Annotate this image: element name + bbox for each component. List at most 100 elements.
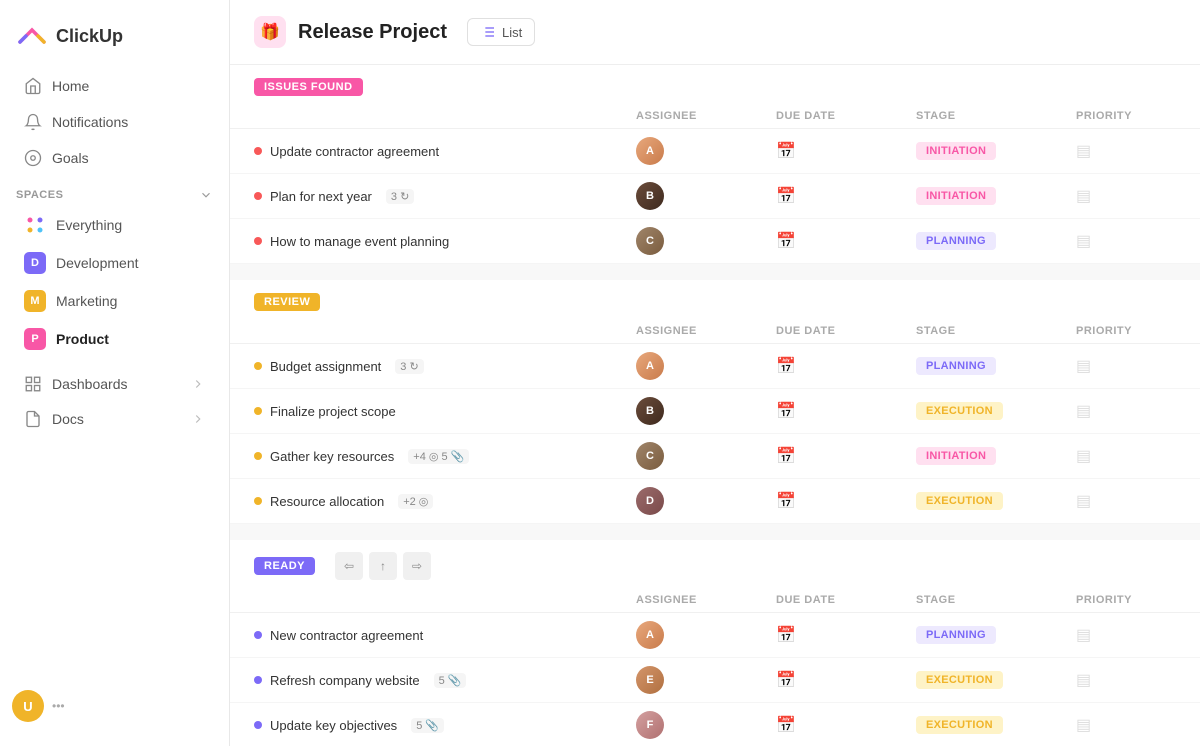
due-date-cell: 📅 (776, 141, 916, 161)
issues-section: ISSUES FOUND ASSIGNEE DUE DATE STAGE PRI… (230, 65, 1200, 264)
priority-cell: ▤ (1076, 670, 1176, 690)
sidebar-item-product-label: Product (56, 331, 109, 347)
review-badge: REVIEW (254, 293, 320, 311)
avatar: B (636, 397, 664, 425)
logo-area: ClickUp (0, 12, 229, 68)
task-count-badge: +4 ◎ 5 📎 (408, 449, 469, 464)
stage-cell: EXECUTION (916, 716, 1076, 734)
stage-badge: PLANNING (916, 232, 996, 250)
priority-cell: ▤ (1076, 625, 1176, 645)
docs-label: Docs (52, 411, 84, 427)
ready-badge: READY (254, 557, 315, 575)
due-date-cell: 📅 (776, 231, 916, 251)
sidebar-item-product[interactable]: P Product (8, 321, 221, 357)
sidebar-docs[interactable]: Docs (8, 402, 221, 436)
task-count-badge: 5 📎 (434, 673, 467, 688)
table-row[interactable]: New contractor agreement A 📅 PLANNING ▤ (230, 613, 1200, 658)
stage-cell: PLANNING (916, 232, 1076, 250)
avatar: A (636, 137, 664, 165)
nav-notifications[interactable]: Notifications (8, 105, 221, 139)
due-date-header: DUE DATE (776, 110, 916, 122)
priority-header: PRIORITY (1076, 594, 1176, 606)
avatar: C (636, 227, 664, 255)
table-row[interactable]: Resource allocation +2 ◎ D 📅 EXECUTION ▤ (230, 479, 1200, 524)
due-date-header: DUE DATE (776, 325, 916, 337)
task-status-dot (254, 452, 262, 460)
nav-goals[interactable]: Goals (8, 141, 221, 175)
task-name: Gather key resources (270, 449, 394, 464)
due-date-header: DUE DATE (776, 594, 916, 606)
sidebar-dashboards[interactable]: Dashboards (8, 367, 221, 401)
task-name-cell: New contractor agreement (254, 628, 636, 643)
list-view-label: List (502, 25, 522, 40)
stage-header: STAGE (916, 325, 1076, 337)
sidebar-item-development[interactable]: D Development (8, 245, 221, 281)
stage-cell: INITIATION (916, 447, 1076, 465)
bell-icon (24, 113, 42, 131)
table-row[interactable]: Update contractor agreement A 📅 INITIATI… (230, 129, 1200, 174)
stage-cell: EXECUTION (916, 402, 1076, 420)
priority-header: PRIORITY (1076, 110, 1176, 122)
task-name-cell: Plan for next year 3 ↻ (254, 189, 636, 204)
section-divider (230, 264, 1200, 280)
task-name: How to manage event planning (270, 234, 449, 249)
table-row[interactable]: Refresh company website 5 📎 E 📅 EXECUTIO… (230, 658, 1200, 703)
chevron-right-icon (191, 377, 205, 391)
spaces-header: Spaces (0, 176, 229, 206)
due-date-cell: 📅 (776, 670, 916, 690)
nav-home[interactable]: Home (8, 69, 221, 103)
priority-cell: ▤ (1076, 401, 1176, 421)
priority-cell: ▤ (1076, 231, 1176, 251)
table-row[interactable]: Finalize project scope B 📅 EXECUTION ▤ (230, 389, 1200, 434)
assignee-header: ASSIGNEE (636, 110, 776, 122)
avatar: A (636, 352, 664, 380)
priority-icon: ▤ (1076, 625, 1091, 645)
task-status-dot (254, 676, 262, 684)
avatar: B (636, 182, 664, 210)
due-date-cell: 📅 (776, 186, 916, 206)
task-name: Update key objectives (270, 718, 397, 733)
stage-cell: EXECUTION (916, 492, 1076, 510)
toolbar-btn-1[interactable]: ⇦ (335, 552, 363, 580)
table-row[interactable]: Gather key resources +4 ◎ 5 📎 C 📅 INITIA… (230, 434, 1200, 479)
assignee-cell: B (636, 182, 776, 210)
assignee-header: ASSIGNEE (636, 325, 776, 337)
stage-header: STAGE (916, 594, 1076, 606)
sidebar: ClickUp Home Notifications Goals Spaces (0, 0, 230, 746)
calendar-icon: 📅 (776, 231, 796, 251)
due-date-cell: 📅 (776, 401, 916, 421)
list-view-button[interactable]: List (467, 18, 535, 46)
task-name-cell: Refresh company website 5 📎 (254, 673, 636, 688)
table-row[interactable]: Budget assignment 3 ↻ A 📅 PLANNING ▤ (230, 344, 1200, 389)
task-name: Budget assignment (270, 359, 381, 374)
table-row[interactable]: How to manage event planning C 📅 PLANNIN… (230, 219, 1200, 264)
everything-icon (24, 214, 46, 236)
review-table-header: ASSIGNEE DUE DATE STAGE PRIORITY (230, 319, 1200, 344)
task-name-cell: Gather key resources +4 ◎ 5 📎 (254, 449, 636, 464)
sidebar-item-marketing[interactable]: M Marketing (8, 283, 221, 319)
target-icon (24, 149, 42, 167)
docs-icon (24, 410, 42, 428)
task-status-dot (254, 147, 262, 155)
priority-header: PRIORITY (1076, 325, 1176, 337)
calendar-icon: 📅 (776, 625, 796, 645)
task-status-dot (254, 192, 262, 200)
task-name-cell: Resource allocation +2 ◎ (254, 494, 636, 509)
task-count-badge: +2 ◎ (398, 494, 433, 509)
sidebar-item-everything[interactable]: Everything (8, 207, 221, 243)
table-row[interactable]: Plan for next year 3 ↻ B 📅 INITIATION ▤ (230, 174, 1200, 219)
user-avatar[interactable]: U (12, 690, 44, 722)
toolbar-btn-3[interactable]: ⇨ (403, 552, 431, 580)
ready-table-header: ASSIGNEE DUE DATE STAGE PRIORITY (230, 588, 1200, 613)
assignee-cell: C (636, 442, 776, 470)
assignee-cell: E (636, 666, 776, 694)
priority-icon: ▤ (1076, 231, 1091, 251)
project-icon: 🎁 (254, 16, 286, 48)
stage-header: STAGE (916, 110, 1076, 122)
table-row[interactable]: Update key objectives 5 📎 F 📅 EXECUTION … (230, 703, 1200, 746)
calendar-icon: 📅 (776, 491, 796, 511)
due-date-cell: 📅 (776, 625, 916, 645)
stage-badge: PLANNING (916, 357, 996, 375)
task-count-badge: 3 ↻ (395, 359, 423, 374)
toolbar-btn-2[interactable]: ↑ (369, 552, 397, 580)
